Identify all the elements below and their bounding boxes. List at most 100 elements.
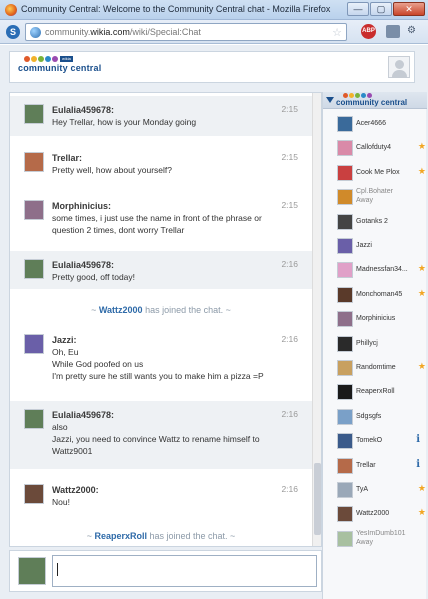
user-list-item[interactable]: Madnessfan34... ★ [323, 258, 427, 282]
user-name[interactable]: ReaperxRoll [356, 388, 395, 395]
user-list-item[interactable]: Gotanks 2 [323, 210, 427, 234]
user-list-item[interactable]: Callofduty4 ★ [323, 136, 427, 160]
message-username[interactable]: Eulalia459678: [52, 104, 282, 116]
chat-message-area[interactable]: Eulalia459678: Hey Trellar, how is your M… [9, 92, 322, 547]
community-central-logo[interactable]: wikia community central [18, 56, 101, 73]
alert-prefix: ~ [91, 305, 99, 315]
user-avatar[interactable] [337, 140, 353, 157]
firefox-icon [5, 4, 17, 16]
user-list-item[interactable]: Cook Me Plox ★ [323, 161, 427, 185]
user-avatar[interactable] [337, 530, 353, 547]
message-avatar[interactable] [24, 104, 44, 124]
user-avatar[interactable] [337, 335, 353, 352]
message-timestamp: 2:16 [281, 409, 298, 419]
user-avatar[interactable] [337, 116, 353, 132]
adblock-icon[interactable]: ABP [361, 24, 376, 39]
collapse-triangle-icon[interactable] [326, 97, 334, 103]
info-icon[interactable]: i [416, 434, 420, 445]
user-name[interactable]: Gotanks 2 [356, 218, 388, 225]
user-name[interactable]: Phillycj [356, 340, 378, 347]
user-name[interactable]: Callofduty4 [356, 144, 391, 151]
addon-icon[interactable] [386, 25, 400, 38]
user-avatar[interactable] [337, 164, 353, 181]
site-identity-icon[interactable] [30, 27, 41, 38]
message-avatar[interactable] [24, 200, 44, 220]
user-name[interactable]: YesImDumb101 [356, 530, 406, 537]
message-avatar[interactable] [24, 409, 44, 429]
user-avatar[interactable] [337, 311, 353, 328]
user-name[interactable]: Monchoman45 [356, 291, 402, 298]
user-avatar[interactable] [337, 506, 353, 523]
user-list-item[interactable]: Wattz2000 ★ [323, 502, 427, 526]
user-list-item[interactable]: TyA ★ [323, 478, 427, 502]
user-avatar[interactable] [337, 384, 353, 401]
user-avatar[interactable] [337, 262, 353, 279]
tools-icon[interactable]: ⚙ [407, 25, 421, 38]
user-avatar[interactable] [337, 238, 353, 254]
user-name[interactable]: Sdgsgfs [356, 413, 381, 420]
alert-username[interactable]: Wattz2000 [99, 305, 143, 315]
user-list-item[interactable]: Monchoman45 ★ [323, 283, 427, 307]
user-avatar[interactable] [337, 286, 353, 303]
chat-input-field[interactable] [52, 555, 317, 587]
user-name[interactable]: Madnessfan34... [356, 266, 408, 273]
user-list-item[interactable]: Morphinicius [323, 307, 427, 331]
message-username[interactable]: Wattz2000: [52, 484, 282, 496]
user-list-header[interactable]: community central [323, 92, 427, 109]
text-caret [57, 563, 58, 576]
user-name[interactable]: Acer4666 [356, 120, 386, 127]
user-name[interactable]: TomekO [356, 437, 382, 444]
message-username[interactable]: Jazzi: [52, 334, 282, 346]
url-text[interactable]: community.wikia.com/wiki/Special:Chat [45, 27, 201, 37]
scrollbar-thumb[interactable] [314, 463, 321, 535]
close-button[interactable]: ✕ [393, 2, 425, 16]
user-name[interactable]: TyA [356, 486, 368, 493]
skype-icon[interactable]: S [6, 25, 20, 39]
user-list-item[interactable]: ReaperxRoll [323, 380, 427, 404]
info-icon[interactable]: i [416, 459, 420, 470]
user-name[interactable]: Cpl.Bohater [356, 188, 393, 195]
chat-scrollbar[interactable] [312, 93, 321, 546]
user-avatar[interactable] [337, 189, 353, 206]
user-avatar[interactable] [337, 433, 353, 450]
admin-star-icon: ★ [417, 507, 426, 518]
user-avatar[interactable] [337, 457, 353, 474]
user-list-item[interactable]: Cpl.Bohater Away [323, 185, 427, 209]
alert-username[interactable]: ReaperxRoll [94, 531, 147, 541]
user-list-item[interactable]: TomekO i [323, 429, 427, 453]
url-bar[interactable]: community.wikia.com/wiki/Special:Chat ☆ [25, 23, 347, 41]
user-list-item[interactable]: Randomtime ★ [323, 356, 427, 380]
admin-star-icon: ★ [417, 361, 426, 371]
user-name[interactable]: Cook Me Plox [356, 169, 400, 176]
user-name[interactable]: Jazzi [356, 242, 372, 249]
bookmark-star-icon[interactable]: ☆ [332, 26, 342, 39]
user-list-item[interactable]: Trellar i [323, 454, 427, 478]
user-list-item[interactable]: Jazzi [323, 234, 427, 258]
message-avatar[interactable] [24, 259, 44, 279]
message-avatar[interactable] [24, 334, 44, 354]
message-username[interactable]: Trellar: [52, 152, 282, 164]
minimize-button[interactable]: — [347, 2, 369, 16]
user-name[interactable]: Morphinicius [356, 315, 395, 322]
user-avatar[interactable] [337, 408, 353, 425]
user-name[interactable]: Trellar [356, 462, 376, 469]
message-username[interactable]: Eulalia459678: [52, 409, 282, 421]
user-list-item[interactable]: Phillycj [323, 332, 427, 356]
message-timestamp: 2:15 [281, 152, 298, 162]
message-username[interactable]: Morphinicius: [52, 200, 282, 212]
message-avatar[interactable] [24, 152, 44, 172]
user-avatar[interactable] [337, 213, 353, 230]
user-avatar[interactable] [337, 482, 353, 498]
message-username[interactable]: Eulalia459678: [52, 259, 282, 271]
admin-star-icon: ★ [417, 165, 426, 176]
user-name[interactable]: Randomtime [356, 364, 396, 371]
user-avatar[interactable] [337, 360, 353, 376]
user-name[interactable]: Wattz2000 [356, 510, 389, 517]
admin-star-icon: ★ [417, 287, 426, 298]
maximize-button[interactable]: ▢ [370, 2, 392, 16]
user-avatar-placeholder-icon[interactable] [388, 56, 410, 78]
user-list-item[interactable]: Acer4666 [323, 112, 427, 136]
user-list-item[interactable]: YesImDumb101 Away [323, 527, 427, 551]
message-avatar[interactable] [24, 484, 44, 504]
user-list-item[interactable]: Sdgsgfs [323, 405, 427, 429]
